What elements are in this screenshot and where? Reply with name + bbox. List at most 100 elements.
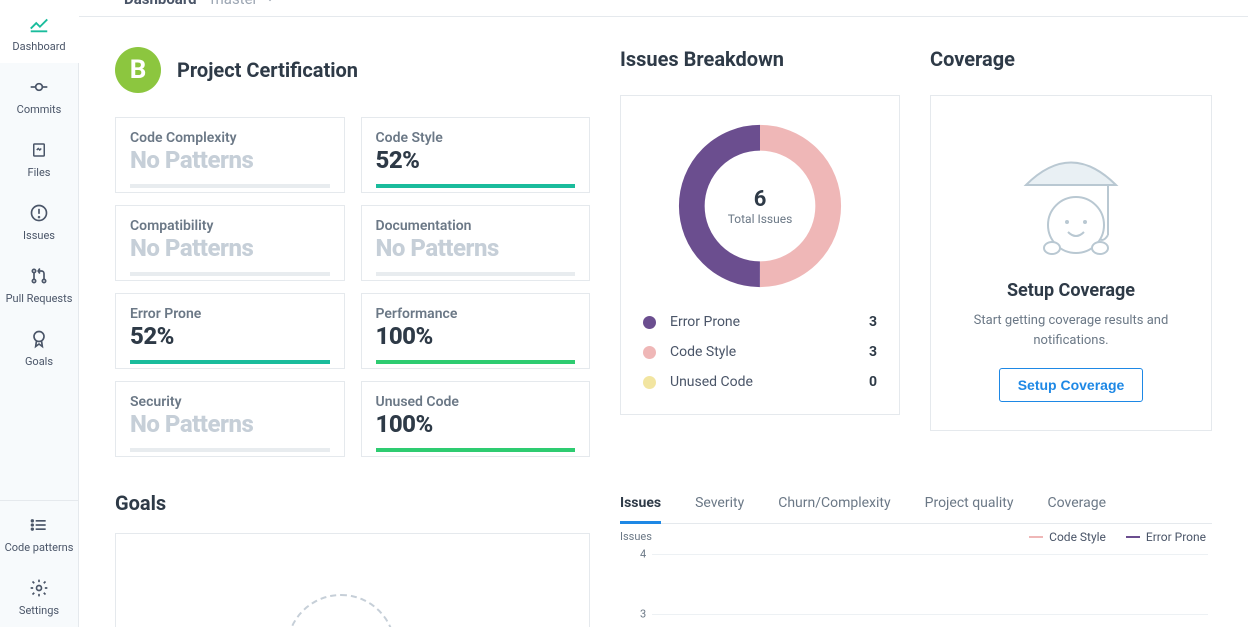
card-bar	[376, 448, 576, 452]
sidebar-item-issues[interactable]: Issues	[0, 189, 78, 252]
card-title: Compatibility	[130, 218, 330, 234]
tab-severity[interactable]: Severity	[695, 491, 744, 523]
chart-legend: Code Style Error Prone	[1029, 530, 1206, 544]
coverage-panel-desc: Start getting coverage results and notif…	[951, 311, 1191, 350]
issues-breakdown-title: Issues Breakdown	[620, 47, 900, 71]
list-icon	[27, 513, 51, 537]
card-value: No Patterns	[130, 146, 330, 176]
award-icon	[27, 327, 51, 351]
card-title: Error Prone	[130, 306, 330, 322]
card-code-style[interactable]: Code Style 52%	[361, 117, 591, 193]
sidebar-item-files[interactable]: Files	[0, 126, 78, 189]
goals-title: Goals	[115, 491, 590, 515]
sidebar-item-dashboard[interactable]: Dashboard	[0, 0, 78, 63]
sidebar-item-goals[interactable]: Goals	[0, 315, 78, 378]
setup-coverage-button[interactable]: Setup Coverage	[999, 368, 1144, 402]
donut-total-label: Total Issues	[728, 212, 793, 226]
goals-placeholder-icon	[286, 594, 396, 627]
legend-value: 0	[869, 374, 877, 390]
card-code-complexity[interactable]: Code Complexity No Patterns	[115, 117, 345, 193]
commit-icon	[27, 75, 51, 99]
grade-badge: B	[115, 47, 161, 93]
gear-icon	[27, 576, 51, 600]
card-bar	[130, 360, 330, 364]
tab-project-quality[interactable]: Project quality	[925, 491, 1014, 523]
sidebar-item-label: Files	[28, 166, 51, 179]
legend-value: 3	[869, 344, 877, 360]
card-title: Unused Code	[376, 394, 576, 410]
card-title: Security	[130, 394, 330, 410]
card-title: Documentation	[376, 218, 576, 234]
chart-ylabel: Issues	[620, 530, 652, 543]
sidebar: Dashboard Commits Files Issues	[0, 0, 79, 627]
sidebar-item-label: Settings	[19, 604, 59, 617]
legend-dash	[1029, 536, 1043, 538]
chevron-down-icon	[264, 0, 276, 5]
card-bar	[376, 272, 576, 276]
card-error-prone[interactable]: Error Prone 52%	[115, 293, 345, 369]
issues-breakdown-panel: 6 Total Issues Error Prone 3	[620, 95, 900, 415]
file-icon	[27, 138, 51, 162]
sidebar-item-label: Pull Requests	[6, 292, 73, 305]
sidebar-item-settings[interactable]: Settings	[0, 564, 78, 627]
card-value: No Patterns	[130, 410, 330, 440]
legend-dot	[643, 346, 656, 359]
certification-cards: Code Complexity No Patterns Code Style 5…	[115, 117, 590, 457]
coverage-title: Coverage	[930, 47, 1212, 71]
card-value: 100%	[376, 410, 576, 440]
legend-name: Code Style	[670, 344, 855, 360]
donut-total-value: 6	[754, 187, 767, 212]
coverage-panel-title: Setup Coverage	[1007, 280, 1135, 301]
chart-area: Issues Code Style Error Prone 4	[620, 530, 1212, 620]
legend-dot	[643, 376, 656, 389]
donut-chart: 6 Total Issues	[670, 116, 850, 296]
legend-label: Error Prone	[1146, 530, 1206, 544]
card-bar	[376, 360, 576, 364]
card-title: Code Style	[376, 130, 576, 146]
topbar: Dashboard master	[79, 0, 1248, 17]
legend-dot	[643, 316, 656, 329]
sidebar-item-label: Issues	[23, 229, 55, 242]
legend-name: Error Prone	[670, 314, 855, 330]
page-title: Dashboard	[124, 0, 197, 8]
legend-row-code-style[interactable]: Code Style 3	[643, 344, 877, 360]
alert-icon	[27, 201, 51, 225]
card-title: Code Complexity	[130, 130, 330, 146]
legend-row-unused-code[interactable]: Unused Code 0	[643, 374, 877, 390]
card-performance[interactable]: Performance 100%	[361, 293, 591, 369]
sidebar-item-commits[interactable]: Commits	[0, 63, 78, 126]
coverage-panel: Setup Coverage Start getting coverage re…	[930, 95, 1212, 431]
goals-panel	[115, 533, 590, 627]
chart-legend-error-prone[interactable]: Error Prone	[1126, 530, 1206, 544]
card-documentation[interactable]: Documentation No Patterns	[361, 205, 591, 281]
branch-selector[interactable]: master	[211, 0, 276, 8]
tab-issues[interactable]: Issues	[620, 491, 661, 523]
card-value: No Patterns	[130, 234, 330, 264]
card-bar	[130, 272, 330, 276]
legend-name: Unused Code	[670, 374, 855, 390]
card-bar	[376, 184, 576, 188]
legend-dash	[1126, 536, 1140, 538]
branch-name: master	[211, 0, 258, 8]
legend-row-error-prone[interactable]: Error Prone 3	[643, 314, 877, 330]
card-compatibility[interactable]: Compatibility No Patterns	[115, 205, 345, 281]
tab-coverage[interactable]: Coverage	[1048, 491, 1106, 523]
card-unused-code[interactable]: Unused Code 100%	[361, 381, 591, 457]
sidebar-item-code-patterns[interactable]: Code patterns	[0, 501, 78, 564]
card-value: 52%	[130, 322, 330, 352]
chart-ytick: 3	[640, 608, 646, 621]
certification-title: Project Certification	[177, 58, 358, 82]
card-bar	[130, 448, 330, 452]
sidebar-item-label: Commits	[17, 103, 62, 116]
pull-request-icon	[27, 264, 51, 288]
sidebar-item-pull-requests[interactable]: Pull Requests	[0, 252, 78, 315]
chart-legend-code-style[interactable]: Code Style	[1029, 530, 1106, 544]
sidebar-item-label: Dashboard	[12, 40, 65, 53]
card-value: 100%	[376, 322, 576, 352]
legend-label: Code Style	[1049, 530, 1106, 544]
card-value: 52%	[376, 146, 576, 176]
chart-tabs: Issues Severity Churn/Complexity Project…	[620, 491, 1212, 524]
tab-churn-complexity[interactable]: Churn/Complexity	[778, 491, 890, 523]
card-bar	[130, 184, 330, 188]
card-security[interactable]: Security No Patterns	[115, 381, 345, 457]
